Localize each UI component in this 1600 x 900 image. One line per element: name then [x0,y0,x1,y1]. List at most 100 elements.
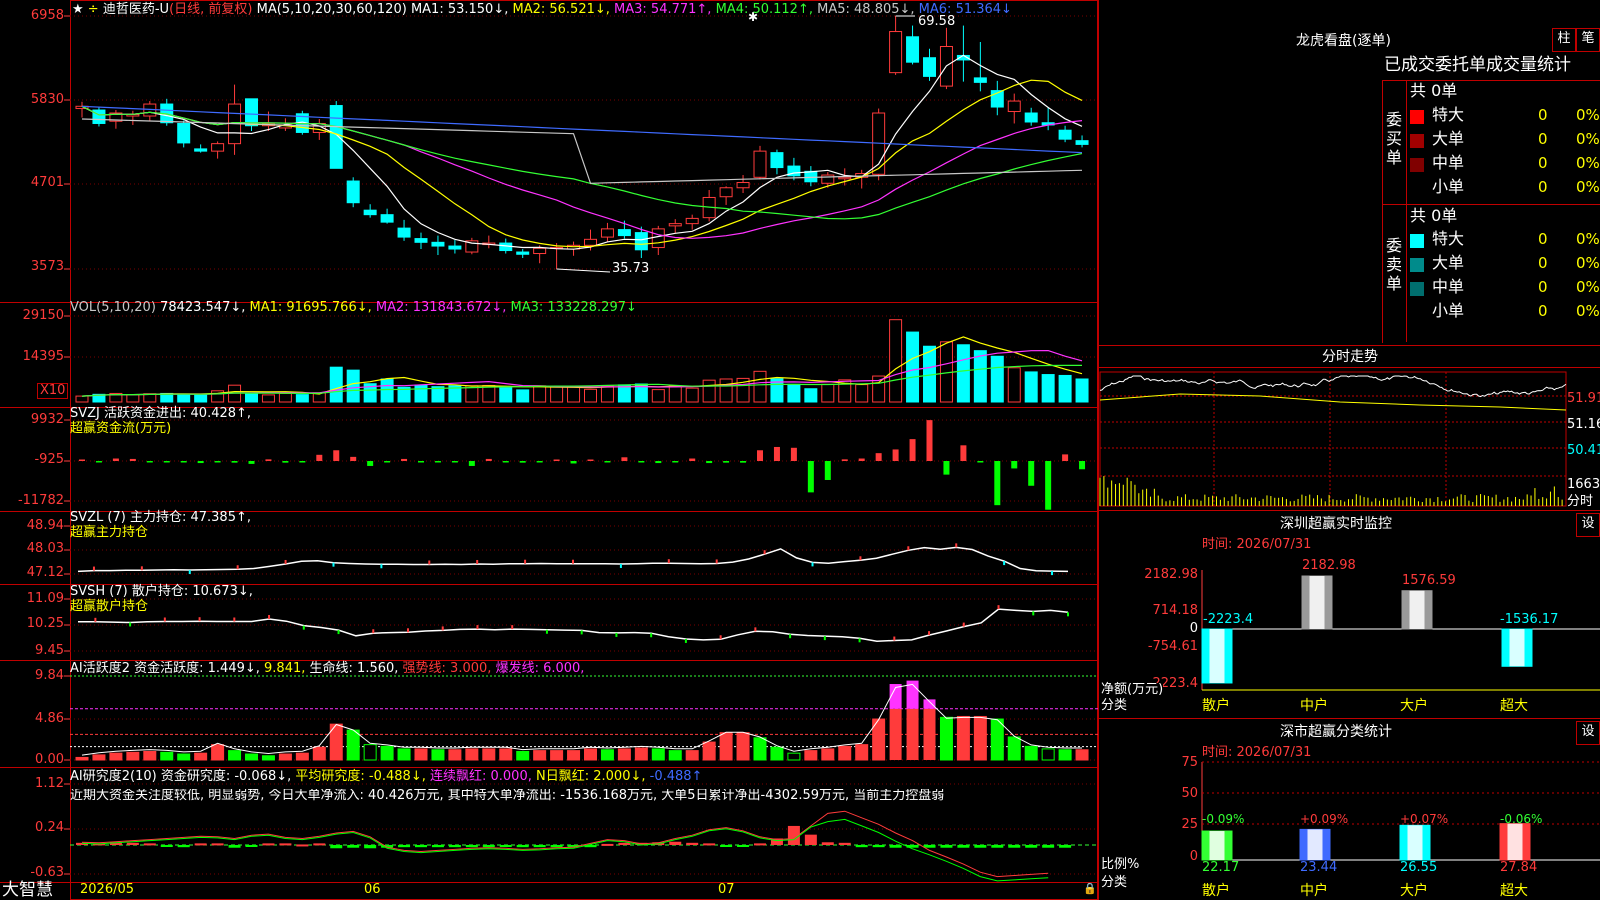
activity-bar [906,708,919,760]
bar-mode-button[interactable]: 柱 [1552,28,1576,52]
ai1-tick: 0.00 [35,752,64,767]
candle-body [1075,140,1089,145]
volume-bar [533,385,547,403]
research-bar [296,844,309,847]
fund-flow-bar [434,461,441,463]
order-color-swatch [1410,234,1424,248]
research-bar [364,845,377,849]
sz-settings-button[interactable]: 设 [1576,513,1600,537]
order-type-label: 中单 [1432,277,1465,296]
fund-flow-bar [723,461,730,463]
research-bar [754,843,766,846]
activity-bar [923,708,936,760]
intraday-tick: 51.91 [1567,391,1600,406]
research-bar [550,845,563,848]
volume-bar [719,378,733,403]
ss-pct-change: +0.09% [1300,812,1349,826]
fund-flow-bar [875,453,882,461]
intraday-tick: 51.16 [1567,417,1600,432]
fund-flow-bar [418,461,424,463]
fund-flow-bar [248,461,255,464]
fund-flow-bar [502,461,509,463]
order-color-swatch [1410,158,1424,172]
low-leader [556,268,611,273]
ma-value-1: MA1: 53.150↓, [410,2,513,17]
activity-bar [668,750,682,761]
volume-bar [956,344,970,403]
high-price-annotation: 69.58 [918,14,956,29]
activity-bar [143,750,157,761]
candle-body [1058,129,1072,140]
sz-tick: -754.61 [1147,639,1198,654]
activity-bar [160,751,174,761]
fund-flow-bar [604,461,611,463]
brand-logo[interactable]: 大智慧 [2,881,53,900]
volume-bar [414,384,428,403]
lock-icon[interactable]: 🔒 [1083,882,1097,896]
activity-bar [75,756,89,761]
sz-tick: 2182.98 [1144,567,1198,582]
period-label[interactable]: (日线, 前复权) [169,2,252,17]
volume-bar [584,388,597,403]
research-bar [499,845,512,847]
order-percent: 0% [1576,278,1600,296]
star-icon[interactable]: ★ [72,2,84,17]
ss-tick: 25 [1181,817,1198,832]
ss-xlabel: 分类 [1101,875,1128,890]
activity-bar [346,729,360,761]
activity-bar [414,748,428,761]
svsh-value: SVSH (7) 散户持仓: 10.673↓, [70,584,253,599]
ma-label: MA(5,10,20,30,60,120) [256,2,407,17]
research-bar [330,845,343,849]
fund-flow-bar [282,461,289,463]
ma-value-2: MA2: 56.521↓, [512,2,615,17]
volume-bar [753,370,767,403]
ss-category-label: 超大 [1500,883,1528,899]
fund-flow-bar [638,461,645,463]
candle-body [600,228,614,238]
fund-flow-bar [367,461,374,466]
ai-burst-line: 爆发线: 6.000, [495,661,585,676]
activity-bar [804,750,818,761]
vol-unit-badge[interactable]: X10 [37,383,69,399]
volume-bar [380,378,394,403]
volume-bar [685,387,699,403]
activity-bar [516,750,530,761]
volume-bar [295,394,309,403]
fund-flow-bar [333,450,340,461]
order-percent: 0% [1576,230,1600,248]
research-bar [211,843,224,846]
ss-ratio-value: 26.55 [1400,860,1438,875]
research-bar [703,843,716,846]
fund-flow-bar [536,461,543,463]
fund-flow-bar [146,461,153,463]
tick-mode-button[interactable]: 笔 [1576,28,1600,52]
activity-bar [1007,736,1021,761]
date-tick: 07 [718,882,735,897]
research-bar [940,845,953,848]
fund-flow-bar [858,458,865,461]
vol-value: 78423.547↓, [160,300,246,315]
ss-settings-button[interactable]: 设 [1576,721,1600,745]
research-bar [228,845,241,848]
activity-bar [719,732,733,761]
volume-bar [499,386,513,403]
candle-body [414,238,428,243]
volume-bar [278,392,292,403]
volume-bar [889,319,903,403]
activity-bar [1024,745,1038,761]
ai2-tick: -0.63 [30,865,64,880]
activity-bar [651,748,665,761]
stock-name[interactable]: 迪哲医药-U [103,2,169,17]
fund-flow-bar [180,461,187,463]
dropdown-icon[interactable]: ÷ [88,2,99,17]
svzj-header: SVZJ 活跃资金进出: 40.428↑, 超赢资金流(万元) [70,406,251,436]
order-color-swatch [1410,134,1424,148]
order-percent: 0% [1576,106,1600,124]
research-bar [143,843,156,846]
divider [1098,718,1600,719]
fund-flow-bar [468,461,475,466]
research-bar [1059,845,1072,848]
ai-activity-header: AI活跃度2 资金活跃度: 1.449↓, 9.841, 生命线: 1.560,… [70,661,584,676]
research-bar [804,834,817,845]
